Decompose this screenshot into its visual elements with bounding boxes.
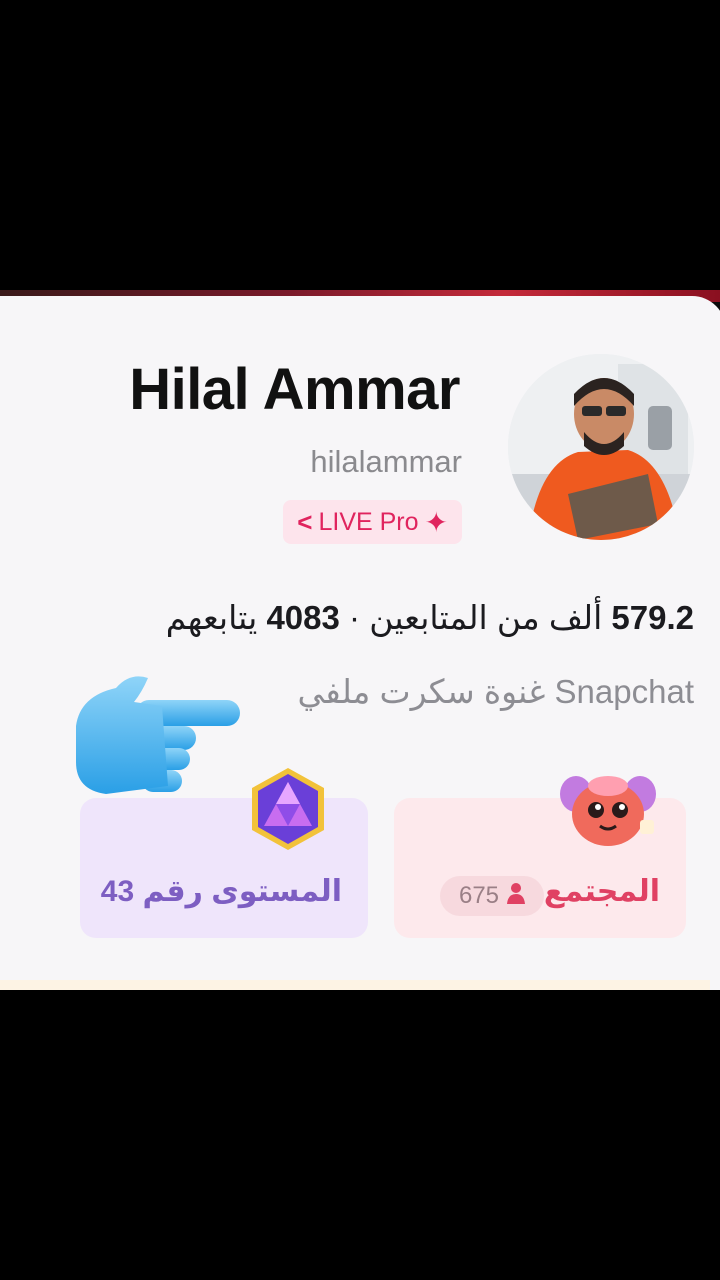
profile-bio: Snapchat غنوة سكرت ملفي [297,673,694,710]
avatar[interactable] [508,354,694,540]
community-label: المجتمع [543,875,660,908]
following-label: يتابعهم [165,599,258,636]
profile-screen: Hilal Ammar hilalammar < LIVE Pro ✦ 579.… [0,290,720,990]
follow-stats[interactable]: 579.2 ألف من المتابعين · 4083 يتابعهم [166,598,694,637]
following-count: 4083 [266,599,340,636]
live-pro-badge[interactable]: < LIVE Pro ✦ [283,500,462,544]
followers-count: 579.2 [611,599,694,636]
profile-username: hilalammar [310,444,462,479]
stats-separator: · [349,599,361,636]
strawberry-mascot-icon [556,770,660,850]
pointing-hand-icon [76,666,246,796]
member-count-pill: 675 [440,876,544,916]
sparkle-icon: ✦ [424,506,448,538]
member-count: 675 [458,882,500,909]
person-icon [507,882,526,911]
crystal-gem-icon [248,766,328,852]
chevron-left-icon: < [297,506,313,537]
live-pro-label: LIVE Pro [318,507,419,536]
followers-label: ألف من المتابعين [369,599,603,636]
level-label: المستوى رقم 43 [100,875,342,908]
profile-name: Hilal Ammar [129,357,460,422]
profile-card: Hilal Ammar hilalammar < LIVE Pro ✦ 579.… [0,296,720,990]
next-section-edge [0,980,710,990]
